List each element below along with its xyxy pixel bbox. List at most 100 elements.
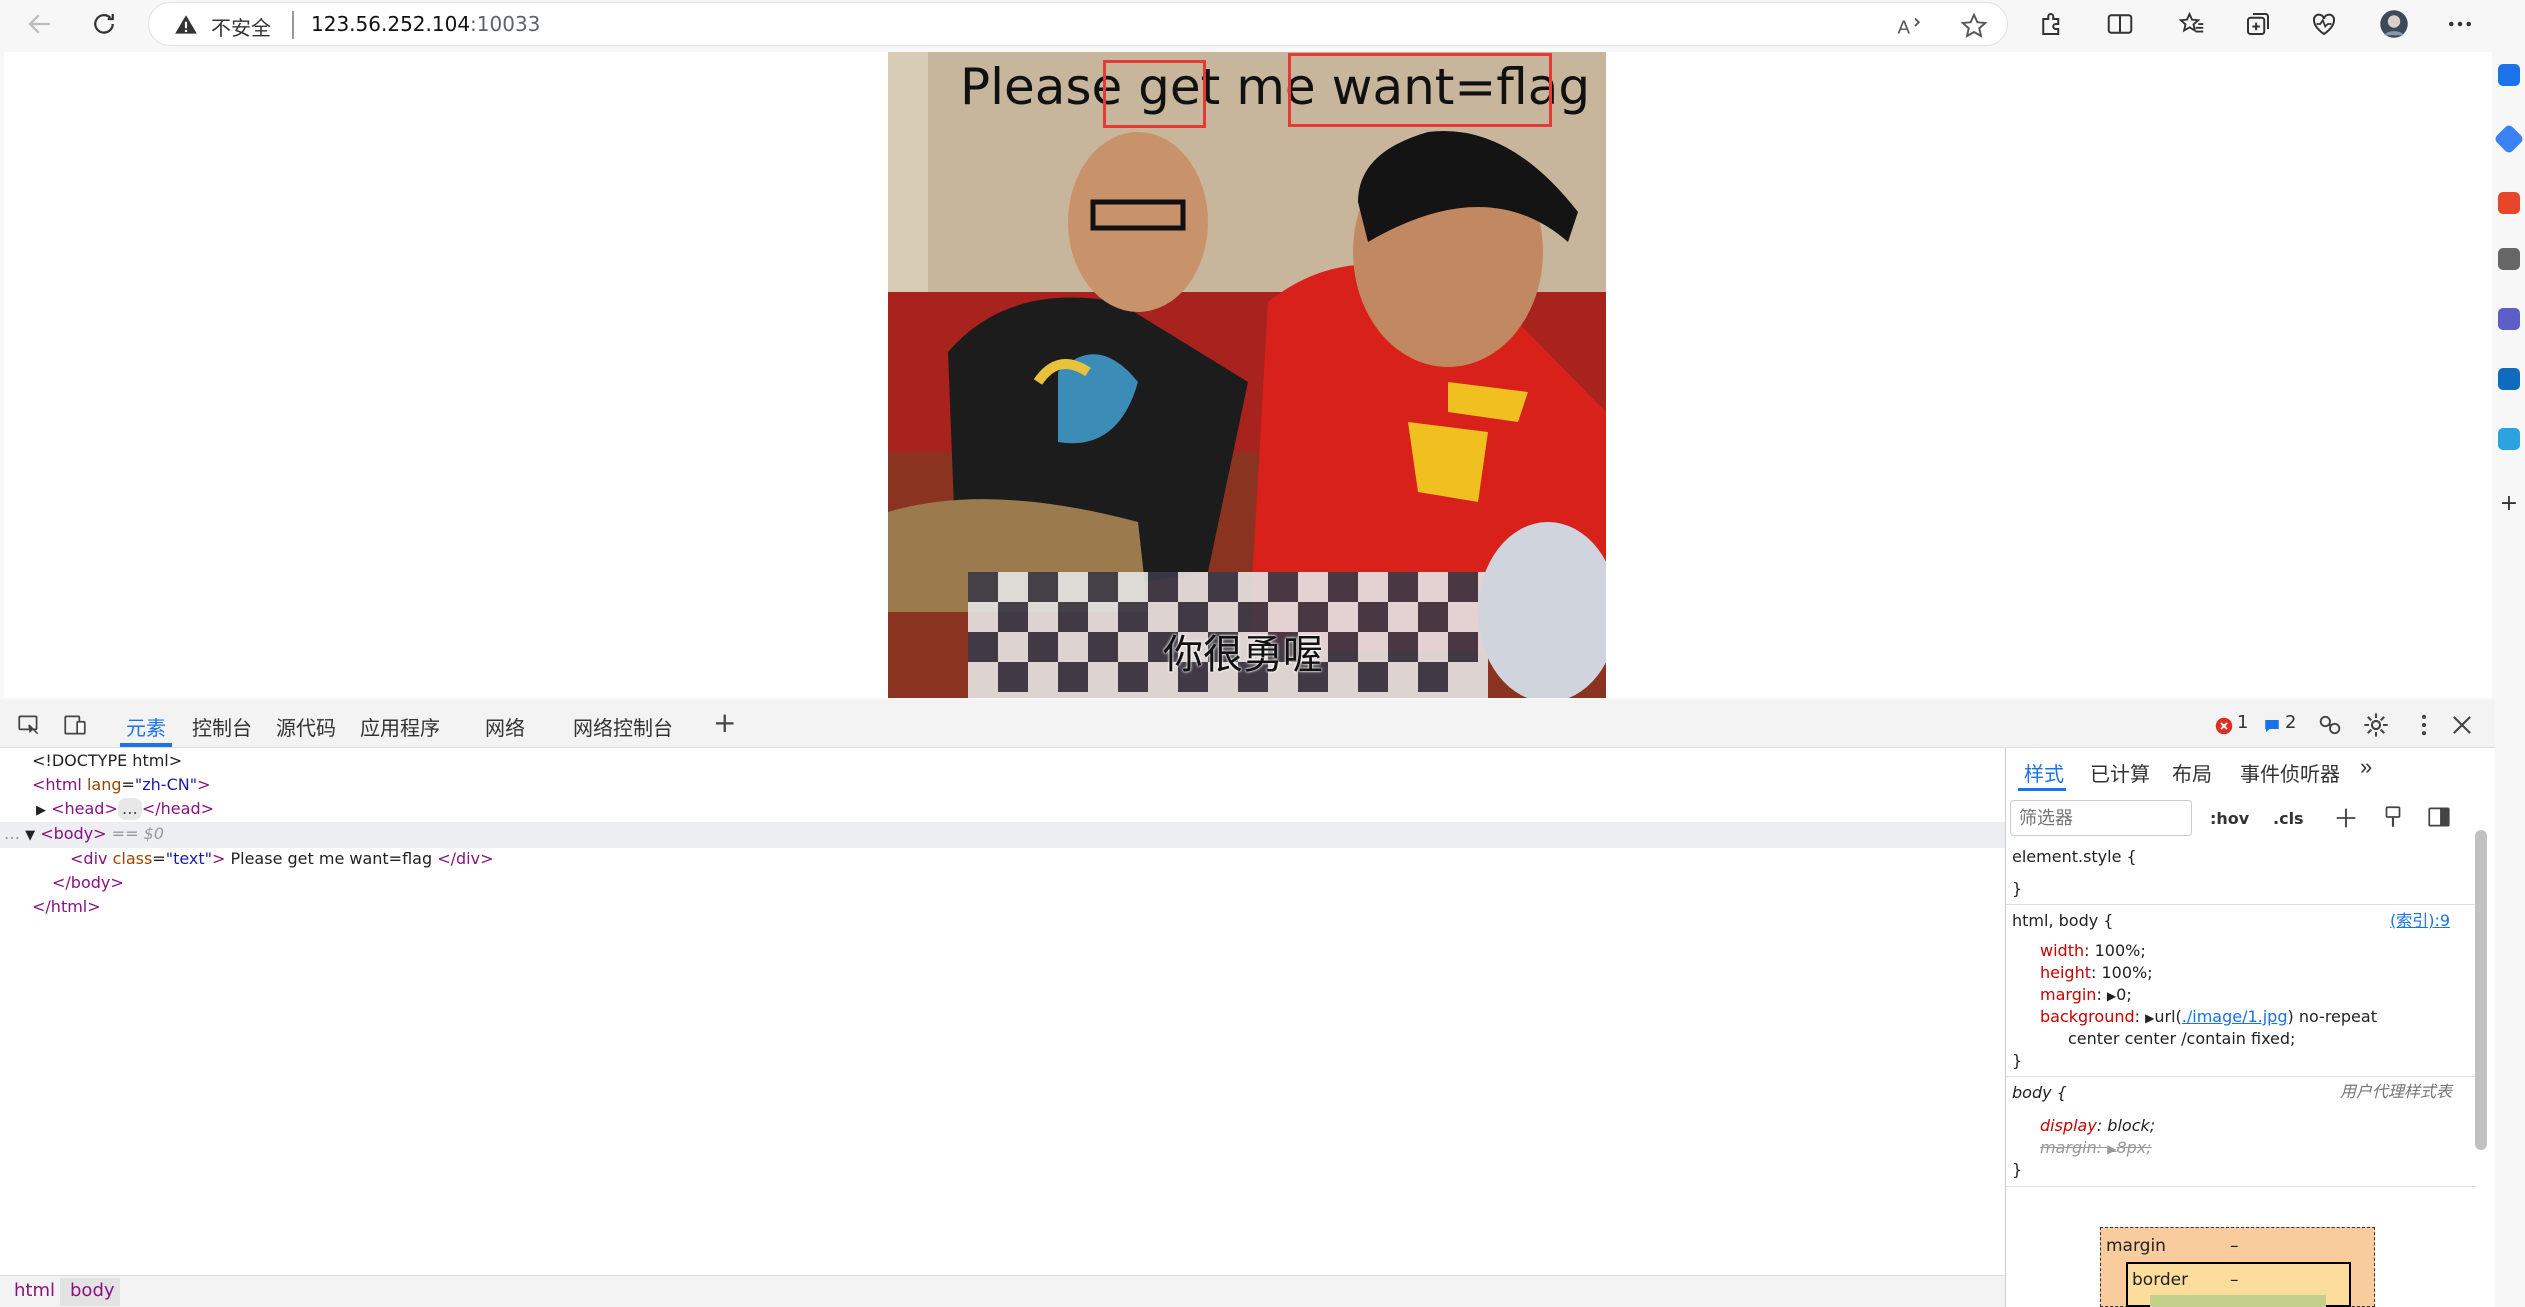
split-screen-button[interactable] bbox=[2098, 2, 2142, 46]
row-more-icon[interactable]: … bbox=[4, 824, 20, 843]
boxmodel-margin-value[interactable]: – bbox=[2230, 1236, 2239, 1256]
head-tag-close: head bbox=[160, 799, 201, 818]
margin-expand-icon[interactable]: ▶ bbox=[2107, 989, 2116, 1003]
more-tabs-chevron-icon[interactable]: » bbox=[2360, 754, 2372, 780]
dom-doctype[interactable]: <!DOCTYPE html> bbox=[32, 750, 182, 772]
sidebar-copilot-icon[interactable] bbox=[2493, 123, 2525, 155]
background-declaration[interactable]: background: ▶url(./image/1.jpg) no-repea… bbox=[2040, 1006, 2377, 1029]
add-tab-icon[interactable]: + bbox=[713, 706, 736, 739]
message-count[interactable]: 2 bbox=[2285, 712, 2296, 733]
div-tag-open: div bbox=[83, 849, 108, 868]
element-style-rule[interactable]: element.style { bbox=[2012, 846, 2137, 868]
collapse-triangle-icon[interactable]: ▼ bbox=[25, 828, 35, 843]
dom-html-node[interactable]: <html lang="zh-CN"> bbox=[32, 774, 210, 796]
warning-icon[interactable] bbox=[173, 12, 199, 38]
ellipsis-icon bbox=[2449, 21, 2471, 27]
boxmodel-border-value[interactable]: – bbox=[2230, 1270, 2239, 1290]
split-screen-icon bbox=[2107, 14, 2133, 34]
sidebar-search-icon[interactable] bbox=[2498, 64, 2520, 86]
styles-scrollbar[interactable] bbox=[2475, 830, 2487, 1150]
tab-application[interactable]: 应用程序 bbox=[360, 712, 440, 741]
error-count[interactable]: 1 bbox=[2237, 712, 2248, 733]
url-text[interactable]: 123.56.252.104:10033 bbox=[311, 12, 540, 36]
favorite-star-icon[interactable] bbox=[1959, 11, 1989, 41]
margin-declaration[interactable]: margin: ▶0; bbox=[2040, 984, 2132, 1007]
breadcrumb-body[interactable]: body bbox=[70, 1280, 115, 1301]
image-subtitle: 你很勇喔 bbox=[1163, 632, 1323, 678]
tab-styles[interactable]: 样式 bbox=[2024, 758, 2064, 787]
dom-body-close[interactable]: </body> bbox=[52, 872, 124, 894]
collections-button[interactable] bbox=[2236, 2, 2280, 46]
html-body-selector[interactable]: html, body { bbox=[2012, 910, 2113, 932]
security-label[interactable]: 不安全 bbox=[211, 12, 271, 41]
browser-essentials-button[interactable] bbox=[2302, 2, 2346, 46]
display-declaration[interactable]: display: block; bbox=[2040, 1115, 2155, 1137]
tab-network[interactable]: 网络 bbox=[485, 712, 525, 741]
toggle-sidebar-icon[interactable] bbox=[2426, 804, 2452, 830]
error-icon[interactable] bbox=[2215, 717, 2233, 735]
margin-val: 0; bbox=[2116, 985, 2132, 1004]
extensions-button[interactable] bbox=[2030, 2, 2074, 46]
performance-insights-icon[interactable] bbox=[2316, 711, 2344, 739]
tab-sources[interactable]: 源代码 bbox=[276, 712, 336, 741]
new-rule-plus-icon[interactable] bbox=[2332, 804, 2360, 832]
sidebar-add-icon[interactable]: + bbox=[2498, 493, 2520, 515]
back-button[interactable] bbox=[18, 2, 62, 46]
address-bar[interactable]: 不安全 123.56.252.104:10033 A bbox=[148, 2, 2008, 46]
sidebar-send-icon[interactable] bbox=[2498, 428, 2520, 450]
background-url-link[interactable]: ./image/1.jpg bbox=[2182, 1007, 2288, 1026]
highlight-box-want-flag bbox=[1288, 53, 1552, 127]
body-ua-selector[interactable]: body { bbox=[2012, 1082, 2067, 1104]
element-style-close: } bbox=[2012, 879, 2023, 898]
display-val: block; bbox=[2107, 1116, 2156, 1135]
sidebar-tools-icon[interactable] bbox=[2498, 248, 2520, 270]
device-emulation-icon[interactable] bbox=[62, 712, 88, 738]
profile-button[interactable] bbox=[2372, 2, 2416, 46]
head-tag-open: head bbox=[64, 799, 105, 818]
favorites-button[interactable] bbox=[2170, 2, 2214, 46]
cls-toggle[interactable]: .cls bbox=[2273, 808, 2304, 830]
dom-body-node[interactable]: … ▼ <body> == $0 bbox=[4, 823, 164, 847]
back-arrow-icon bbox=[28, 14, 50, 34]
paint-brush-icon[interactable] bbox=[2380, 804, 2406, 830]
more-options-icon[interactable] bbox=[2410, 711, 2438, 739]
dom-div-node[interactable]: <div class="text"> Please get me want=fl… bbox=[70, 848, 494, 870]
active-tab-indicator bbox=[120, 743, 172, 747]
settings-gear-icon[interactable] bbox=[2362, 711, 2390, 739]
html-attr-value: "zh-CN" bbox=[134, 775, 198, 794]
dom-head-node[interactable]: ▶ <head>… </head> bbox=[36, 798, 214, 822]
breadcrumb-html[interactable]: html bbox=[14, 1280, 55, 1301]
refresh-button[interactable] bbox=[82, 2, 126, 46]
tab-layout[interactable]: 布局 bbox=[2172, 758, 2212, 787]
body-margin-declaration-overridden[interactable]: margin: ▶8px; bbox=[2040, 1137, 2152, 1160]
tab-computed[interactable]: 已计算 bbox=[2090, 758, 2150, 787]
sidebar-outlook-icon[interactable] bbox=[2498, 368, 2520, 390]
message-icon[interactable] bbox=[2263, 717, 2281, 735]
background-expand-icon[interactable]: ▶ bbox=[2145, 1011, 2154, 1025]
tab-elements[interactable]: 元素 bbox=[126, 712, 166, 741]
close-devtools-icon[interactable] bbox=[2448, 711, 2476, 739]
sidebar-games-icon[interactable] bbox=[2498, 308, 2520, 330]
tab-console[interactable]: 控制台 bbox=[192, 712, 252, 741]
settings-more-button[interactable] bbox=[2438, 2, 2482, 46]
address-separator bbox=[292, 11, 294, 39]
sidebar-shopping-icon[interactable] bbox=[2498, 192, 2520, 214]
collapsed-ellipsis[interactable]: … bbox=[117, 798, 142, 820]
boxmodel-border-label: border bbox=[2132, 1270, 2189, 1290]
width-declaration[interactable]: width: 100%; bbox=[2040, 940, 2146, 962]
source-link[interactable]: (索引):9 bbox=[2390, 910, 2450, 932]
svg-text:A: A bbox=[1898, 17, 1911, 38]
body-margin-prop: margin bbox=[2040, 1138, 2097, 1157]
url-port: :10033 bbox=[470, 12, 541, 36]
dom-html-close[interactable]: </html> bbox=[32, 896, 101, 918]
tab-event-listeners[interactable]: 事件侦听器 bbox=[2240, 758, 2340, 787]
height-declaration[interactable]: height: 100%; bbox=[2040, 962, 2153, 984]
boxmodel-padding[interactable] bbox=[2150, 1295, 2326, 1307]
url-host: 123.56.252.104 bbox=[311, 12, 471, 36]
tab-network-console[interactable]: 网络控制台 bbox=[573, 712, 673, 741]
expand-triangle-icon[interactable]: ▶ bbox=[36, 803, 46, 818]
inspect-element-icon[interactable] bbox=[16, 712, 42, 738]
styles-filter-input[interactable] bbox=[2010, 800, 2192, 836]
read-aloud-icon[interactable]: A bbox=[1895, 11, 1925, 41]
hov-toggle[interactable]: :hov bbox=[2210, 808, 2249, 830]
